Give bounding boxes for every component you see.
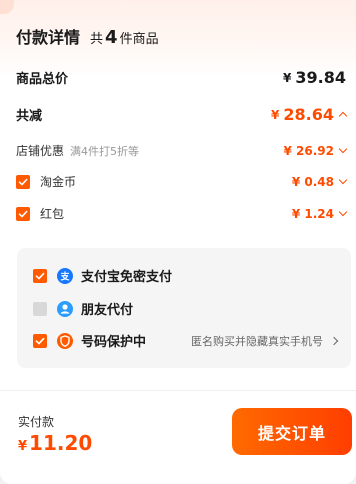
- red-packet-amount: ¥ 1.24: [291, 206, 334, 221]
- item-count-suffix: 件商品: [119, 32, 159, 47]
- payment-options-box: 支 支付宝免密支付 朋友代付 号码保护中 匿名购买并隐藏真实手机号: [17, 248, 351, 368]
- red-packet-checkbox[interactable]: [16, 206, 30, 221]
- friend-pay-icon: [57, 300, 73, 317]
- item-count-prefix: 共: [90, 32, 104, 47]
- corner-decoration: [0, 0, 14, 14]
- chevron-down-icon[interactable]: [338, 144, 348, 154]
- details-sheet: 付款详情 共 4 件商品 商品总价 ¥ 39.84 共减 ¥ 28.64 店铺优…: [0, 0, 356, 484]
- phone-protect-label: 号码保护中: [81, 335, 147, 350]
- friend-pay-checkbox[interactable]: [33, 301, 47, 316]
- reduce-amount: 28.64: [283, 105, 334, 124]
- actual-amount: 11.20: [29, 431, 93, 455]
- page-title: 付款详情: [16, 28, 81, 47]
- shop-discount-note: 满4件打5折等: [70, 144, 140, 158]
- friend-pay-label: 朋友代付: [81, 303, 134, 318]
- taojinbi-label: 淘金币: [40, 175, 77, 189]
- taojinbi-value[interactable]: ¥ 0.48: [291, 174, 348, 189]
- taojinbi-checkbox[interactable]: [16, 174, 30, 189]
- total-reduce-value[interactable]: ¥ 28.64: [271, 105, 348, 124]
- item-count: 共 4 件商品: [90, 27, 159, 48]
- phone-protect-hint-text: 匿名购买并隐藏真实手机号: [191, 334, 323, 348]
- chevron-down-icon[interactable]: [338, 207, 348, 217]
- red-packet-label: 红包: [40, 207, 65, 221]
- alipay-option[interactable]: 支 支付宝免密支付: [33, 266, 337, 285]
- actual-pay-label: 实付款: [18, 415, 55, 429]
- shop-discount-amount: ¥ 26.92: [283, 143, 334, 158]
- check-icon: [35, 337, 45, 344]
- taojinbi-amount: ¥ 0.48: [291, 174, 334, 189]
- chevron-down-icon[interactable]: [338, 175, 348, 185]
- total-price-label: 商品总价: [16, 72, 69, 87]
- total-currency: ¥: [283, 70, 292, 85]
- total-reduce-label: 共减: [16, 109, 43, 124]
- alipay-label: 支付宝免密支付: [81, 270, 173, 285]
- total-amount: 39.84: [295, 68, 346, 87]
- phone-protect-checkbox[interactable]: [33, 333, 47, 348]
- red-packet-value[interactable]: ¥ 1.24: [291, 206, 348, 221]
- taojinbi-row[interactable]: 淘金币 ¥ 0.48: [16, 173, 348, 190]
- total-price-value: ¥ 39.84: [283, 68, 346, 87]
- alipay-checkbox[interactable]: [33, 268, 47, 283]
- submit-order-button[interactable]: 提交订单: [232, 408, 352, 455]
- item-count-number: 4: [105, 27, 118, 48]
- friend-pay-option[interactable]: 朋友代付: [33, 299, 337, 318]
- checkout-footer: 实付款 ¥ 11.20 提交订单: [0, 391, 356, 484]
- shop-discount-row[interactable]: 店铺优惠 满4件打5折等 ¥ 26.92: [16, 142, 348, 159]
- alipay-icon: 支: [57, 267, 73, 284]
- total-reduce-row[interactable]: 共减 ¥ 28.64: [16, 105, 348, 124]
- phone-protect-hint[interactable]: 匿名购买并隐藏真实手机号: [191, 333, 339, 349]
- chevron-up-icon[interactable]: [338, 111, 348, 121]
- actual-currency: ¥: [18, 439, 28, 454]
- total-price-row: 商品总价 ¥ 39.84: [16, 68, 346, 87]
- svg-text:支: 支: [59, 270, 70, 282]
- check-icon: [35, 272, 45, 279]
- reduce-currency: ¥: [271, 107, 280, 122]
- actual-pay-value: ¥ 11.20: [18, 431, 92, 455]
- shop-discount-value[interactable]: ¥ 26.92: [283, 143, 348, 158]
- panel-header: 付款详情 共 4 件商品: [16, 24, 159, 48]
- shop-discount-label: 店铺优惠: [16, 144, 65, 158]
- check-icon: [18, 210, 28, 217]
- red-packet-row[interactable]: 红包 ¥ 1.24: [16, 205, 348, 222]
- phone-protect-option[interactable]: 号码保护中 匿名购买并隐藏真实手机号: [33, 331, 339, 350]
- payment-details-panel: 付款详情 共 4 件商品 商品总价 ¥ 39.84 共减 ¥ 28.64 店铺优…: [0, 0, 356, 484]
- phone-protect-icon: [57, 332, 73, 349]
- check-icon: [18, 178, 28, 185]
- chevron-right-icon[interactable]: [329, 336, 339, 345]
